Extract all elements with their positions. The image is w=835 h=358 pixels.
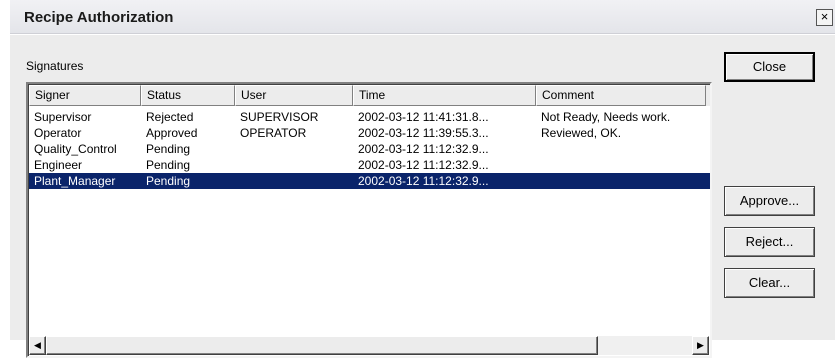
close-button[interactable]: Close (724, 52, 815, 82)
cell-user (235, 141, 353, 157)
cell-time: 2002-03-12 11:12:32.9... (358, 142, 489, 156)
cell-comment: Not Ready, Needs work. (541, 110, 671, 124)
cell-status: Pending (146, 158, 191, 172)
cell-signer: Operator (34, 126, 82, 140)
cell-signer: Plant_Manager (34, 174, 116, 188)
cell-comment (536, 141, 706, 157)
table-row[interactable]: Engineer Pending 2002-03-12 11:12:32.9... (29, 157, 710, 173)
cell-time: 2002-03-12 11:39:55.3... (358, 126, 489, 140)
column-header-user[interactable]: User (235, 85, 353, 106)
list-rows: Supervisor Rejected SUPERVISOR 2002-03-12 1… (29, 109, 710, 189)
cell-user (235, 173, 353, 189)
close-icon[interactable]: × (816, 9, 833, 26)
dialog-body: Signatures Signer Status User Time Comme… (10, 35, 835, 358)
clear-button[interactable]: Clear... (724, 268, 815, 298)
cell-comment: Reviewed, OK. (541, 126, 622, 140)
column-header-time[interactable]: Time (353, 85, 536, 106)
table-row[interactable]: Operator Approved OPERATOR 2002-03-12 11:39… (29, 125, 710, 141)
cell-comment (536, 173, 706, 189)
cell-user: SUPERVISOR (240, 110, 319, 124)
dialog-title: Recipe Authorization (24, 9, 174, 26)
column-header-status[interactable]: Status (141, 85, 235, 106)
cell-time: 2002-03-12 11:12:32.9... (358, 158, 489, 172)
cell-user (235, 157, 353, 173)
table-row[interactable]: Plant_Manager Pending 2002-03-12 11:12:32.… (29, 173, 710, 189)
approve-button[interactable]: Approve... (724, 186, 815, 216)
column-header-comment[interactable]: Comment (536, 85, 706, 106)
table-row[interactable]: Quality_Control Pending 2002-03-12 11:12:3… (29, 141, 710, 157)
cell-status: Rejected (146, 110, 194, 124)
scroll-right-icon[interactable]: ▶ (692, 336, 709, 355)
cell-status: Approved (146, 126, 198, 140)
cell-time: 2002-03-12 11:12:32.9... (358, 174, 489, 188)
column-header-signer[interactable]: Signer (29, 85, 141, 106)
cell-time: 2002-03-12 11:41:31.8... (358, 110, 489, 124)
cell-signer: Quality_Control (34, 142, 117, 156)
signatures-list[interactable]: Signer Status User Time Comment Supervis… (26, 82, 712, 358)
scroll-thumb[interactable] (46, 336, 598, 355)
list-header: Signer Status User Time Comment (29, 85, 710, 106)
cell-status: Pending (146, 142, 191, 156)
cell-signer: Engineer (34, 158, 83, 172)
scroll-left-icon[interactable]: ◀ (29, 336, 46, 355)
cell-user: OPERATOR (240, 126, 307, 140)
table-row[interactable]: Supervisor Rejected SUPERVISOR 2002-03-12 1… (29, 109, 710, 125)
signatures-label: Signatures (26, 59, 84, 73)
recipe-authorization-dialog: Recipe Authorization × Signatures Signer… (0, 0, 835, 358)
cell-comment (536, 157, 706, 173)
title-bar[interactable]: Recipe Authorization × (10, 0, 835, 34)
cell-status: Pending (146, 174, 191, 188)
scroll-track[interactable] (46, 336, 692, 355)
cell-signer: Supervisor (34, 110, 92, 124)
reject-button[interactable]: Reject... (724, 227, 815, 257)
horizontal-scrollbar[interactable]: ◀ ▶ (29, 336, 709, 355)
